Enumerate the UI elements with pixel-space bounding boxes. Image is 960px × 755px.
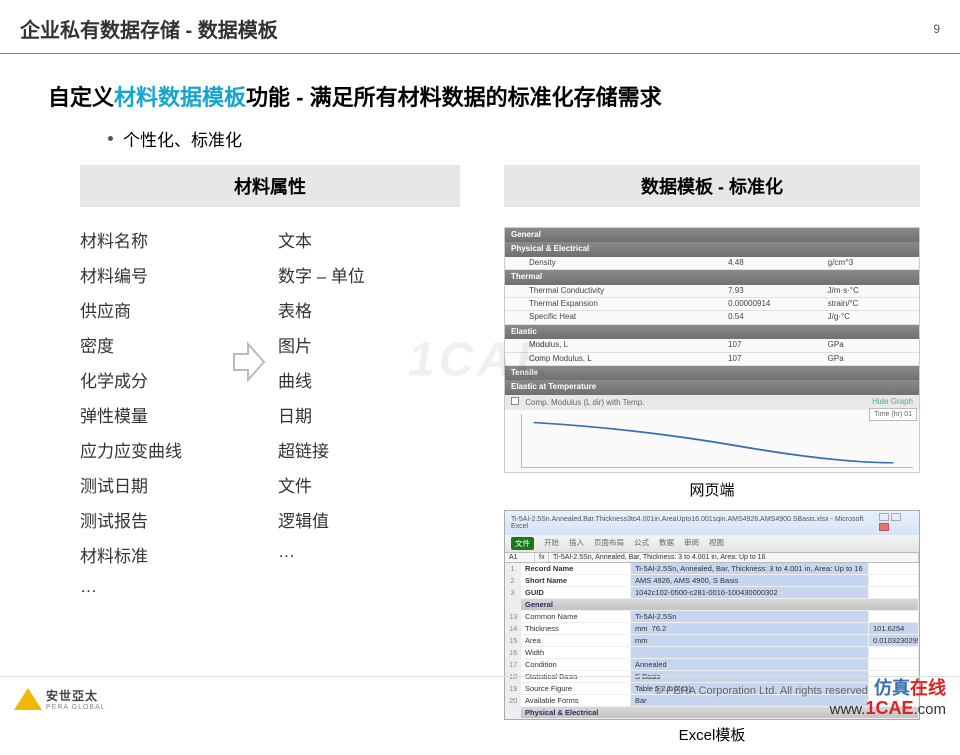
web-section-elastic: Elastic: [505, 325, 919, 339]
attr-name: 材料编号: [80, 262, 220, 287]
attr-type: 逻辑值: [278, 507, 460, 532]
headline-post: 功能 - 满足所有材料数据的标准化存储需求: [246, 85, 662, 110]
slide-footer: 安世亞太 PERA GLOBAL © PERA Corporation Ltd.…: [0, 676, 960, 720]
left-column: 材料属性 材料名称 文本 材料编号 数字 – 单位 供应商 表格 密度 图片 化学成分…: [80, 163, 460, 755]
headline-pre: 自定义: [48, 85, 114, 110]
attr-name: 供应商: [80, 297, 220, 322]
web-row: Specific Heat0.54J/g·°C: [505, 311, 919, 324]
left-column-header: 材料属性: [80, 165, 460, 207]
headline-highlight: 材料数据模板: [114, 85, 246, 110]
slide-header: 企业私有数据存储 - 数据模板 9: [0, 0, 960, 54]
web-graph: Time (hr) 01: [521, 414, 913, 468]
bullet-row: 个性化、标准化: [108, 126, 960, 151]
attr-name: 弹性模量: [80, 402, 220, 427]
page-number: 9: [933, 22, 940, 36]
excel-caption: Excel模板: [504, 724, 920, 745]
attr-type: 文件: [278, 472, 460, 497]
web-row: Thermal Conductivity7.93J/m·s·°C: [505, 285, 919, 298]
attr-name: 密度: [80, 332, 220, 357]
ribbon-tab: 审阅: [684, 537, 699, 550]
web-section-general: General: [505, 228, 919, 242]
excel-formula-bar: A1 fx Ti-5Al-2.5Sn, Annealed, Bar, Thick…: [505, 553, 919, 563]
hide-graph-link: Hide Graph: [872, 397, 913, 407]
triangle-icon: [14, 688, 42, 710]
web-section-tensile: Tensile: [505, 366, 919, 380]
web-template-panel: General Physical & Electrical Density4.4…: [504, 227, 920, 473]
attr-name: 材料标准: [80, 542, 220, 567]
logo-main-text: 安世亞太: [46, 687, 106, 704]
ribbon-tab: 文件: [511, 537, 534, 550]
attr-type: [278, 577, 460, 597]
slide-title: 企业私有数据存储 - 数据模板: [20, 14, 278, 43]
attr-name: 应力应变曲线: [80, 437, 220, 462]
attr-type: 曲线: [278, 367, 460, 392]
ribbon-tab: 插入: [569, 537, 584, 550]
attr-name: 测试日期: [80, 472, 220, 497]
ribbon-tab: 开始: [544, 537, 559, 550]
ribbon-tab: 页面布局: [594, 537, 624, 550]
ribbon-tab: 公式: [634, 537, 649, 550]
right-column-header: 数据模板 - 标准化: [504, 165, 920, 207]
attr-name: 材料名称: [80, 227, 220, 252]
checkbox-icon: [511, 397, 519, 405]
excel-window-title: Ti-5Al-2.5Sn.Annealed.Bar.Thickness3to4.…: [505, 511, 919, 535]
attr-type: 超链接: [278, 437, 460, 462]
attr-type: 文本: [278, 227, 460, 252]
attr-type: 数字 – 单位: [278, 262, 460, 287]
right-column: 数据模板 - 标准化 General Physical & Electrical…: [504, 163, 920, 755]
web-graph-bar: Comp. Modulus (L dir) with Temp. Hide Gr…: [505, 395, 919, 410]
attr-name: 化学成分: [80, 367, 220, 392]
web-row: Modulus, L107GPa: [505, 339, 919, 352]
web-row: Thermal Expansion0.00000914strain/°C: [505, 298, 919, 311]
attr-type: 表格: [278, 297, 460, 322]
attr-type: 日期: [278, 402, 460, 427]
web-section-thermal: Thermal: [505, 270, 919, 284]
footer-right: © PERA Corporation Ltd. All rights reser…: [655, 679, 946, 719]
pera-logo: 安世亞太 PERA GLOBAL: [14, 687, 106, 711]
web-section-physical: Physical & Electrical: [505, 242, 919, 256]
attribute-grid: 材料名称 文本 材料编号 数字 – 单位 供应商 表格 密度 图片 化学成分 曲线 弹性…: [80, 227, 460, 597]
window-buttons: [877, 513, 913, 533]
excel-ribbon: 文件 开始 插入 页面布局 公式 数据 审阅 视图: [505, 535, 919, 553]
web-row-density: Density4.48g/cm^3: [505, 257, 919, 270]
web-section-elastic-temp: Elastic at Temperature: [505, 380, 919, 394]
site-url: www.1CAE.com: [830, 699, 946, 719]
attr-name: 测试报告: [80, 507, 220, 532]
attr-name: …: [80, 577, 220, 597]
attr-type: 图片: [278, 332, 460, 357]
copyright-text: © PERA Corporation Ltd. All rights reser…: [655, 679, 946, 699]
bullet-text: 个性化、标准化: [123, 126, 242, 151]
bullet-dot-icon: [108, 136, 113, 141]
logo-sub-text: PERA GLOBAL: [46, 704, 106, 711]
arrow-icon: [230, 332, 268, 392]
ribbon-tab: 数据: [659, 537, 674, 550]
attr-type: …: [278, 542, 460, 567]
ribbon-tab: 视图: [709, 537, 724, 550]
web-row: Comp Modulus, L107GPa: [505, 353, 919, 366]
web-caption: 网页端: [504, 479, 920, 500]
headline: 自定义材料数据模板功能 - 满足所有材料数据的标准化存储需求: [48, 80, 960, 112]
